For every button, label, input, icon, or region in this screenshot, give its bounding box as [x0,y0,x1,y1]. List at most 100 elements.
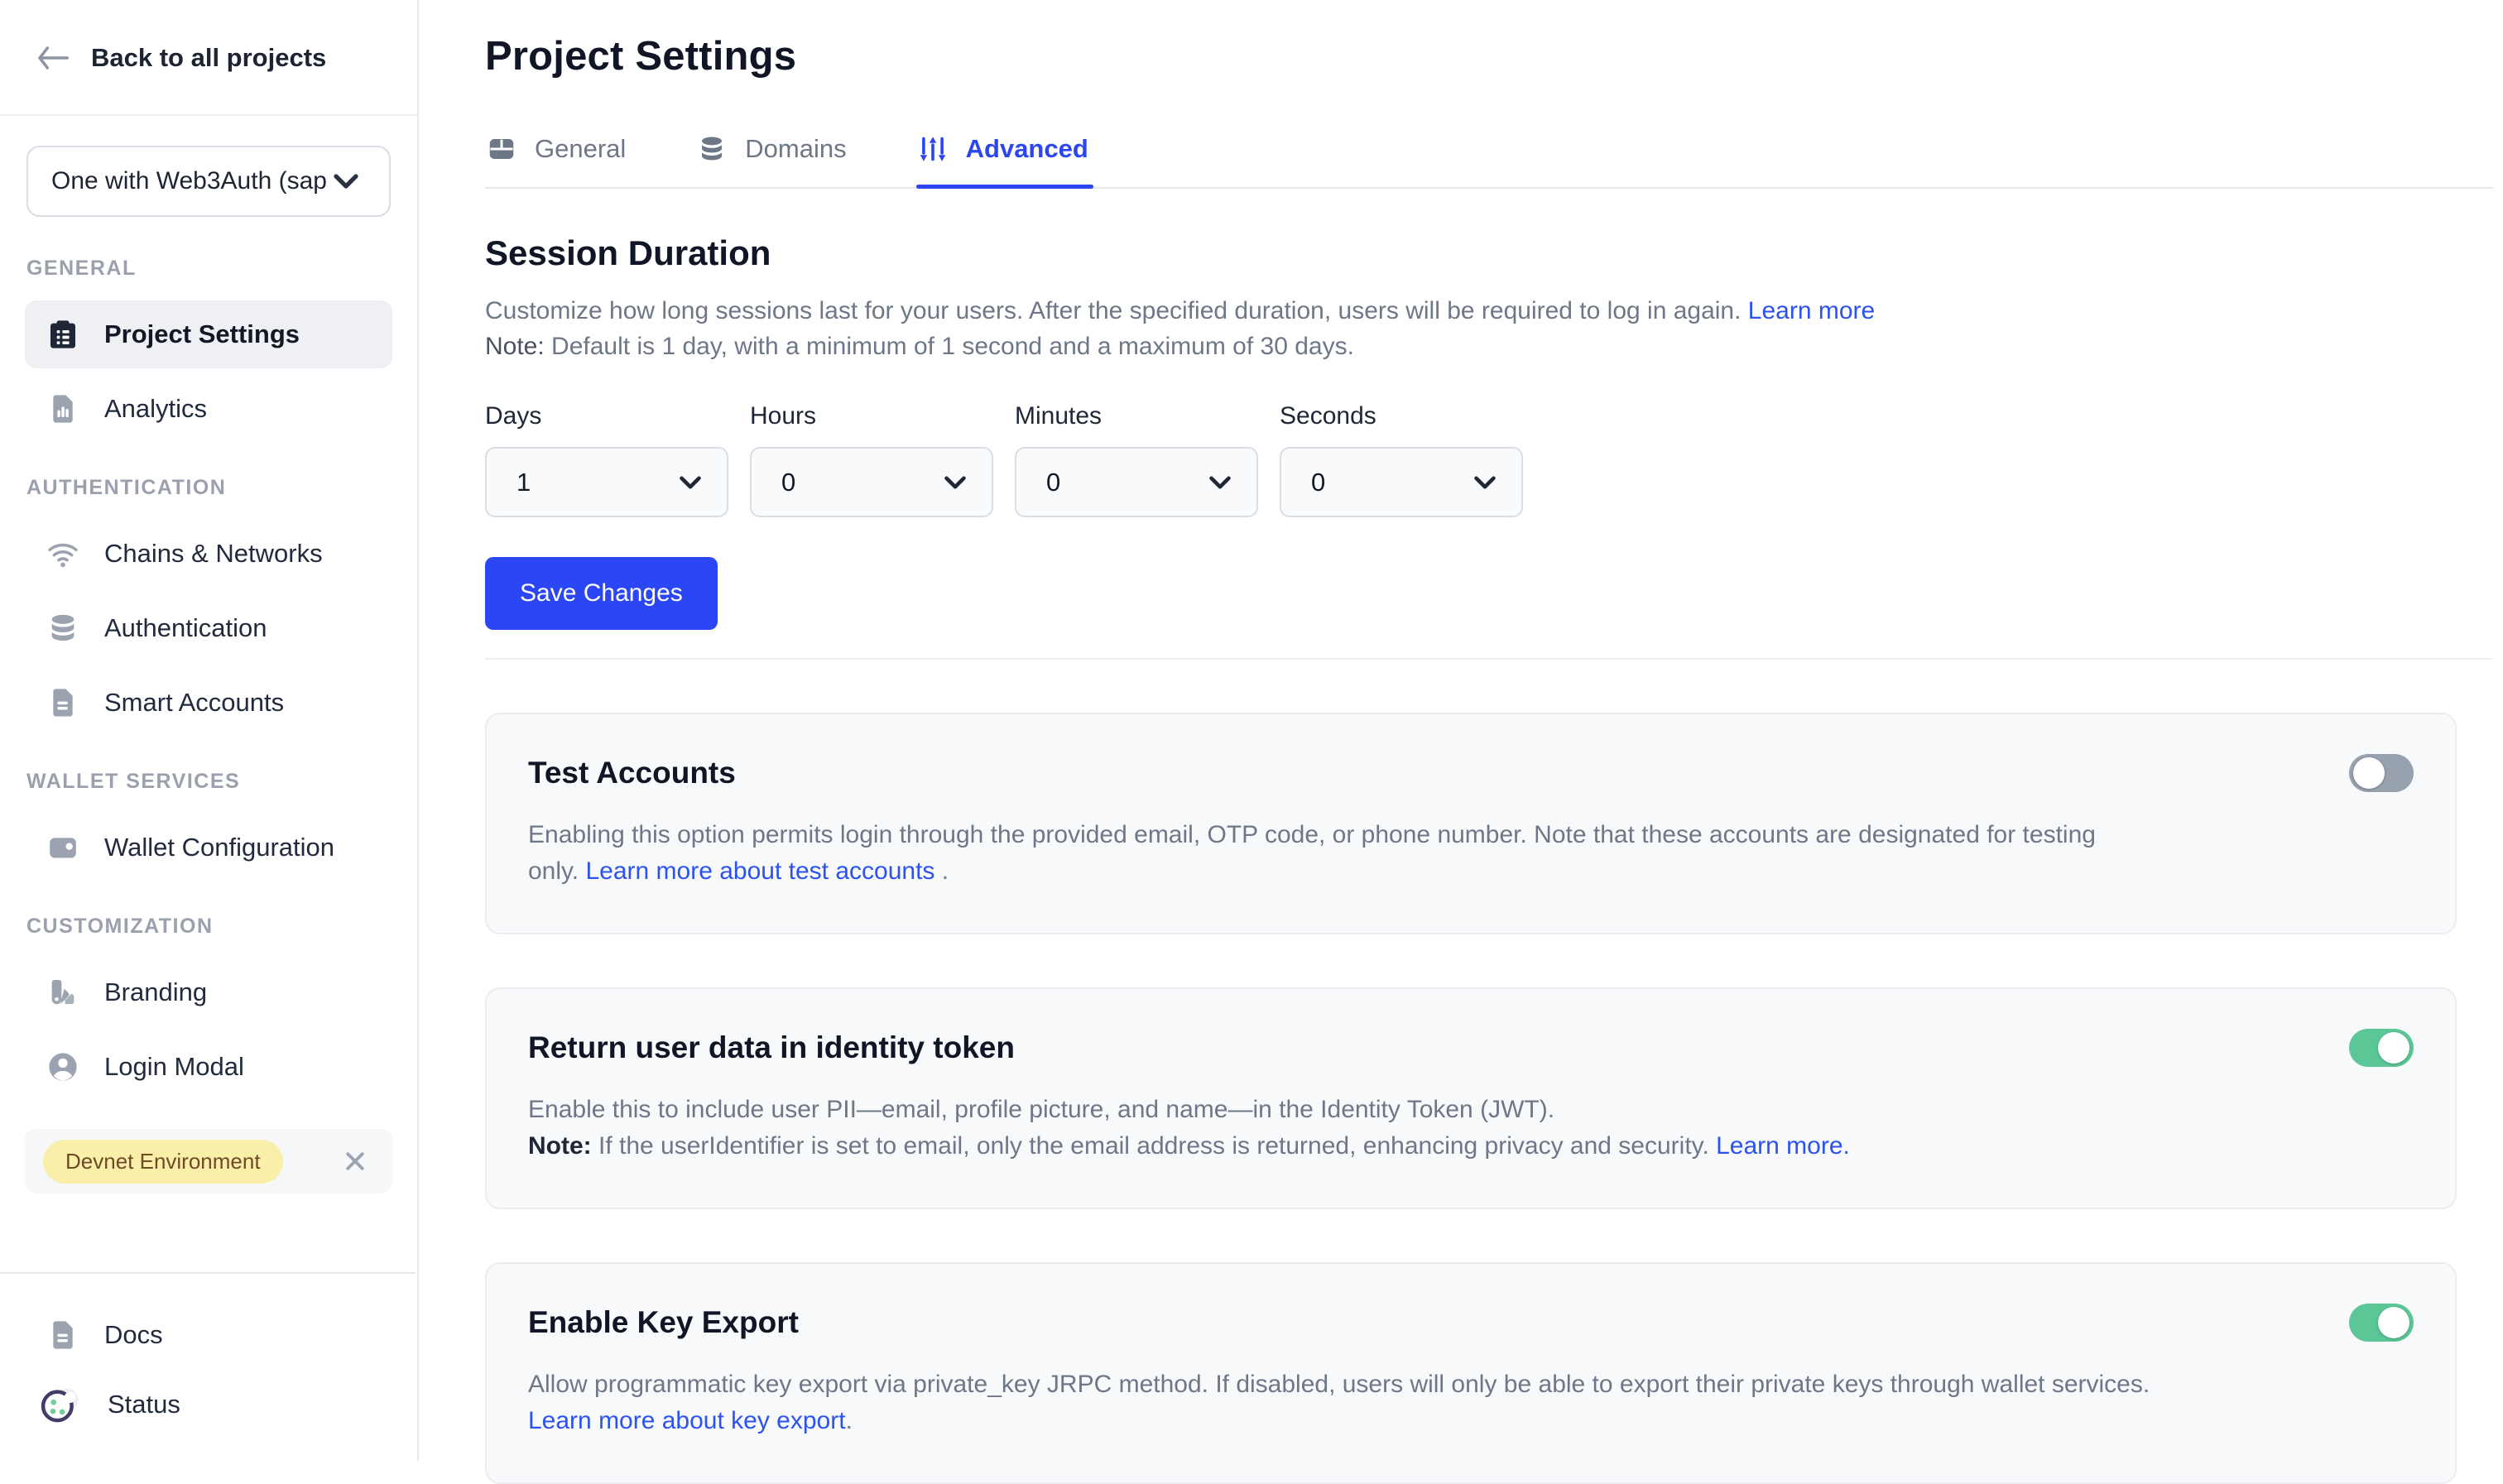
page-title: Project Settings [485,33,2493,79]
hours-label: Hours [750,402,993,430]
wifi-icon [46,537,79,570]
document-chart-icon [46,392,79,425]
sidebar-item-status[interactable]: Status [25,1371,391,1438]
sidebar-item-chains-networks[interactable]: Chains & Networks [25,520,392,588]
seconds-value: 0 [1311,468,1325,497]
back-label: Back to all projects [91,43,326,73]
identity-token-card: Return user data in identity token Enabl… [485,987,2457,1209]
wallet-icon [46,831,79,864]
card-description: Enable this to include user PII—email, p… [528,1092,2414,1165]
learn-more-test-accounts-link[interactable]: Learn more about test accounts [585,857,934,885]
description-text: only. [528,857,585,885]
sidebar-item-label: Analytics [104,394,207,424]
sidebar-item-label: Wallet Configuration [104,833,334,862]
main-content: Project Settings General Domains [419,0,2503,1461]
card-title: Return user data in identity token [528,1030,1015,1065]
session-duration-heading: Session Duration [485,233,2493,273]
clipboard-list-icon [46,318,79,351]
learn-more-key-export-link[interactable]: Learn more about key export [528,1407,846,1434]
sidebar-item-wallet-configuration[interactable]: Wallet Configuration [25,814,392,881]
chevron-down-icon [1208,475,1232,490]
cookie-icon [40,1383,83,1426]
description-text: . [934,857,949,885]
hours-select[interactable]: 0 [750,447,993,517]
learn-more-link[interactable]: Learn more [1748,297,1875,324]
arrow-left-icon [36,44,70,72]
card-title: Test Accounts [528,756,736,790]
seconds-select[interactable]: 0 [1280,447,1523,517]
sidebar-item-authentication[interactable]: Authentication [25,594,392,662]
note-label: Note: [528,1132,592,1160]
section-label-wallet-services: WALLET SERVICES [26,770,417,794]
toggle-knob [2353,757,2385,789]
back-to-projects-button[interactable]: Back to all projects [0,0,417,116]
description-text: . [846,1407,853,1434]
database-icon [697,134,727,164]
section-label-authentication: AUTHENTICATION [26,476,417,500]
sidebar-item-docs[interactable]: Docs [25,1302,391,1368]
project-selector-dropdown[interactable]: One with Web3Auth (sap [26,146,391,217]
tab-advanced[interactable]: Advanced [916,131,1093,187]
document-icon [46,1318,79,1352]
sliders-icon [918,134,948,164]
save-changes-button[interactable]: Save Changes [485,557,718,630]
days-select[interactable]: 1 [485,447,728,517]
duration-fields: Days 1 Hours 0 Minutes 0 Seconds 0 [485,402,2493,517]
chevron-down-icon [333,173,359,190]
test-accounts-toggle[interactable] [2349,754,2414,792]
environment-badge: Devnet Environment [43,1140,283,1184]
days-value: 1 [516,468,531,497]
tab-general[interactable]: General [485,131,631,187]
seconds-label: Seconds [1280,402,1523,430]
user-circle-icon [46,1050,79,1083]
swatch-icon [46,976,79,1009]
card-description: Enabling this option permits login throu… [528,817,2414,890]
key-export-card: Enable Key Export Allow programmatic key… [485,1262,2457,1484]
sidebar-item-branding[interactable]: Branding [25,958,392,1026]
environment-card: Devnet Environment [25,1129,392,1193]
description-text: Enabling this option permits login throu… [528,821,2096,848]
sidebar-item-analytics[interactable]: Analytics [25,375,392,443]
toggle-knob [2378,1032,2409,1064]
minutes-value: 0 [1046,468,1060,497]
learn-more-identity-link[interactable]: Learn more. [1716,1132,1850,1160]
chevron-down-icon [944,475,967,490]
minutes-field: Minutes 0 [1015,402,1258,517]
sidebar-nav: GENERAL Project Settings Analytics AUTHE… [0,217,417,1193]
sidebar-item-label: Authentication [104,613,267,643]
divider [485,658,2493,660]
seconds-field: Seconds 0 [1280,402,1523,517]
description-text: Allow programmatic key export via privat… [528,1371,2150,1398]
sidebar: Back to all projects One with Web3Auth (… [0,0,419,1461]
tab-label: Advanced [966,134,1088,164]
days-label: Days [485,402,728,430]
minutes-label: Minutes [1015,402,1258,430]
chevron-down-icon [679,475,702,490]
note-text: Default is 1 day, with a minimum of 1 se… [545,333,1354,360]
sidebar-item-label: Branding [104,977,207,1007]
card-title: Enable Key Export [528,1305,799,1340]
days-field: Days 1 [485,402,728,517]
tab-domains[interactable]: Domains [695,131,851,187]
section-label-customization: CUSTOMIZATION [26,915,417,939]
close-icon[interactable] [343,1149,368,1174]
sidebar-item-label: Project Settings [104,319,300,349]
tab-label: General [535,134,626,164]
key-export-toggle[interactable] [2349,1304,2414,1342]
sidebar-item-login-modal[interactable]: Login Modal [25,1033,392,1101]
table-cells-icon [487,134,516,164]
project-selector-value: One with Web3Auth (sap [51,167,333,195]
sidebar-item-project-settings[interactable]: Project Settings [25,300,392,368]
sidebar-item-label: Login Modal [104,1052,244,1082]
document-icon [46,686,79,719]
test-accounts-card: Test Accounts Enabling this option permi… [485,713,2457,934]
tab-bar: General Domains Advanced [485,131,2493,189]
sidebar-item-label: Docs [104,1320,163,1350]
sidebar-item-smart-accounts[interactable]: Smart Accounts [25,669,392,737]
identity-token-toggle[interactable] [2349,1029,2414,1067]
session-duration-description: Customize how long sessions last for you… [485,293,2493,364]
minutes-select[interactable]: 0 [1015,447,1258,517]
sidebar-footer: Docs Status [0,1272,416,1461]
chevron-down-icon [1473,475,1497,490]
database-icon [46,612,79,645]
